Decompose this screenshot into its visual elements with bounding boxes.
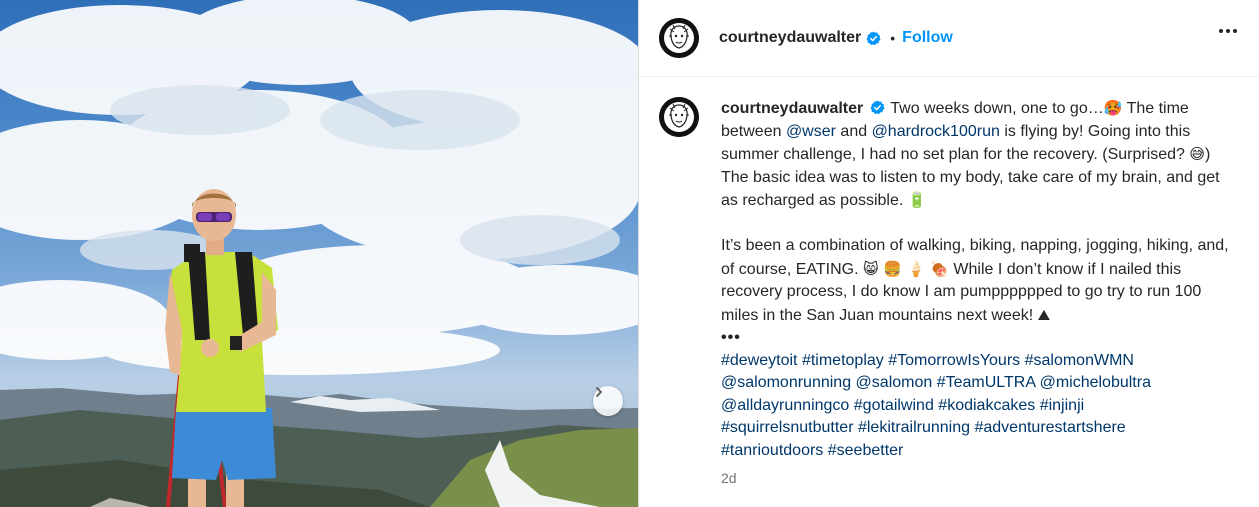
hashtag-link[interactable]: #timetoplay bbox=[802, 352, 884, 369]
mention-link[interactable]: @salomon bbox=[856, 374, 933, 391]
caption-section: courtneydauwalter Two weeks down, one to… bbox=[639, 77, 1259, 486]
mention-link[interactable]: @wser bbox=[786, 123, 836, 140]
separator-dot: • bbox=[890, 30, 896, 46]
post-details-panel: courtneydauwalter • Follow courtneydauwa… bbox=[638, 0, 1259, 507]
hashtag-line: #deweytoit #timetoplay #TomorrowIsYours … bbox=[721, 350, 1231, 373]
next-photo-button[interactable] bbox=[593, 386, 623, 416]
avatar-image bbox=[659, 97, 699, 137]
more-options-icon[interactable] bbox=[1219, 29, 1237, 33]
hashtag-link[interactable]: #kodiakcakes bbox=[938, 397, 1035, 414]
hashtag-link[interactable]: #deweytoit bbox=[721, 352, 798, 369]
hashtag-link[interactable]: #adventurestartshere bbox=[974, 419, 1125, 436]
hashtag-link[interactable]: #TeamULTRA bbox=[937, 374, 1035, 391]
mention-link[interactable]: @hardrock100run bbox=[872, 123, 1000, 140]
hashtag-link[interactable]: #squirrelsnutbutter bbox=[721, 419, 854, 436]
hashtag-link[interactable]: #injinji bbox=[1040, 397, 1084, 414]
hashtag-line: #squirrelsnutbutter #lekitrailrunning #a… bbox=[721, 417, 1231, 440]
hashtag-link[interactable]: #tanrioutdoors bbox=[721, 442, 823, 459]
hashtag-link[interactable]: #TomorrowIsYours bbox=[888, 352, 1020, 369]
caption-avatar[interactable] bbox=[659, 97, 699, 137]
caption-paragraph-1: courtneydauwalter Two weeks down, one to… bbox=[721, 97, 1231, 213]
sweat-smile-emoji: 😅 bbox=[1189, 145, 1206, 163]
hashtag-link[interactable]: #salomonWMN bbox=[1025, 352, 1134, 369]
battery-emoji: 🔋 bbox=[907, 191, 927, 209]
post-photo[interactable] bbox=[0, 0, 638, 507]
post-caption: courtneydauwalter Two weeks down, one to… bbox=[721, 97, 1231, 462]
verified-badge-icon bbox=[870, 100, 885, 115]
avatar[interactable] bbox=[659, 18, 699, 58]
caption-paragraph-2: It’s been a combination of walking, biki… bbox=[721, 235, 1231, 350]
mention-link[interactable]: @alldayrunningco bbox=[721, 397, 849, 414]
caption-username[interactable]: courtneydauwalter bbox=[721, 100, 863, 117]
hashtags-block: #deweytoit #timetoplay #TomorrowIsYours … bbox=[721, 350, 1231, 463]
mention-link[interactable]: @salomonrunning bbox=[721, 374, 851, 391]
caption-text: and bbox=[835, 122, 872, 140]
post-header: courtneydauwalter • Follow bbox=[639, 0, 1259, 77]
food-emojis: 😸 🍔 🍦 🍖 bbox=[862, 259, 949, 278]
mention-link[interactable]: @michelobultra bbox=[1040, 374, 1151, 391]
photo-scene bbox=[0, 0, 638, 507]
post-author-username[interactable]: courtneydauwalter bbox=[719, 29, 861, 47]
hot-face-emoji: 🥵 bbox=[1103, 99, 1123, 117]
hashtag-link[interactable]: #lekitrailrunning bbox=[858, 419, 970, 436]
hashtag-line: @alldayrunningco #gotailwind #kodiakcake… bbox=[721, 395, 1231, 418]
avatar-image bbox=[659, 18, 699, 58]
hashtag-link[interactable]: #gotailwind bbox=[854, 397, 934, 414]
more-ellipsis[interactable]: ••• bbox=[721, 327, 1231, 350]
hashtag-link[interactable]: #seebetter bbox=[828, 442, 904, 459]
post-timestamp[interactable]: 2d bbox=[721, 470, 1239, 486]
follow-button[interactable]: Follow bbox=[902, 29, 953, 47]
hashtag-line: #tanrioutdoors #seebetter bbox=[721, 440, 1231, 463]
hashtag-line: @salomonrunning @salomon #TeamULTRA @mic… bbox=[721, 372, 1231, 395]
caption-text: Two weeks down, one to go… bbox=[890, 100, 1104, 117]
verified-badge-icon bbox=[866, 30, 881, 45]
mountain-emoji: ⛰ bbox=[1037, 305, 1051, 324]
chevron-right-icon bbox=[596, 387, 602, 397]
